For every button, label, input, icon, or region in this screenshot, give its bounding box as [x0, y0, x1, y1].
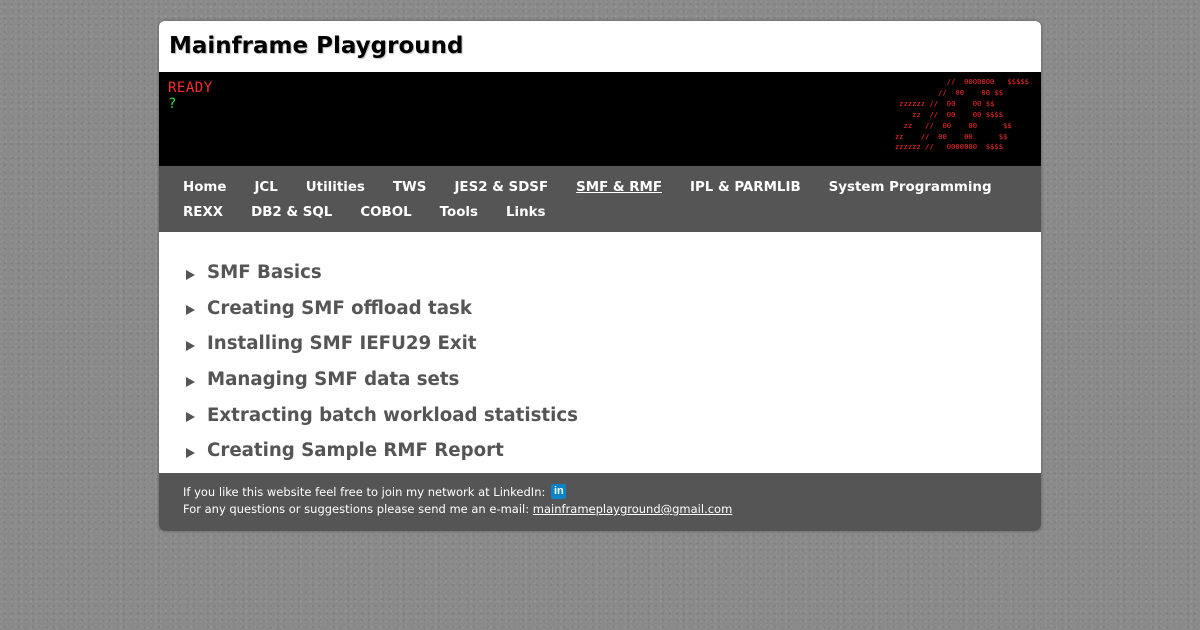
article-label[interactable]: Extracting batch workload statistics — [207, 405, 578, 426]
disclosure-triangle-icon[interactable] — [186, 412, 195, 423]
footer-linkedin-line: If you like this website feel free to jo… — [183, 484, 567, 499]
nav-link-rexx[interactable]: REXX — [183, 205, 223, 221]
article-list: SMF Basics Creating SMF offload task Insta… — [186, 259, 578, 473]
nav-link-utilities[interactable]: Utilities — [306, 180, 365, 196]
nav-link-smf-and-rmf[interactable]: SMF & RMF — [576, 180, 662, 196]
nav-link-home[interactable]: Home — [183, 180, 226, 196]
article-label[interactable]: Creating Sample RMF Report — [207, 440, 504, 461]
disclosure-triangle-icon[interactable] — [186, 340, 195, 351]
article-item[interactable]: Extracting batch workload statistics — [186, 401, 578, 437]
article-item[interactable]: Creating SMF offload task — [186, 295, 578, 331]
page-container: Mainframe Playground READY ? // 0000000 … — [159, 21, 1041, 531]
terminal-prompt: ? — [168, 96, 177, 112]
nav-link-ipl-and-parmlib[interactable]: IPL & PARMLIB — [690, 180, 801, 196]
nav-link-cobol[interactable]: COBOL — [360, 205, 411, 221]
disclosure-triangle-icon[interactable] — [186, 447, 195, 458]
article-label[interactable]: SMF Basics — [207, 262, 322, 283]
nav-link-jes2-and-sdsf[interactable]: JES2 & SDSF — [454, 180, 548, 196]
disclosure-triangle-icon[interactable] — [186, 269, 195, 280]
article-item[interactable]: Managing SMF data sets — [186, 366, 578, 402]
linkedin-icon[interactable]: in — [551, 484, 567, 499]
site-footer: If you like this website feel free to jo… — [159, 473, 1041, 531]
article-item[interactable]: Creating Sample RMF Report — [186, 437, 578, 473]
article-label[interactable]: Creating SMF offload task — [207, 298, 472, 319]
footer-email-text: For any questions or suggestions please … — [183, 502, 530, 516]
main-navigation: Home JCL Utilities TWS JES2 & SDSF SMF & RMF I… — [159, 166, 1041, 232]
nav-row-2: REXX DB2 & SQL COBOL Tools Links — [183, 205, 574, 221]
zos-ascii-logo: // 0000000 $$$$$ // 00 00 $$ zzzzzz // 0… — [894, 77, 1029, 152]
nav-link-system-programming[interactable]: System Programming — [829, 180, 992, 196]
disclosure-triangle-icon[interactable] — [186, 305, 195, 316]
nav-link-jcl[interactable]: JCL — [254, 180, 277, 196]
nav-row-1: Home JCL Utilities TWS JES2 & SDSF SMF & RMF I… — [183, 180, 1020, 196]
site-header: Mainframe Playground — [159, 21, 1041, 72]
article-label[interactable]: Managing SMF data sets — [207, 369, 459, 390]
terminal-ready-text: READY — [168, 80, 213, 96]
nav-link-db2-and-sql[interactable]: DB2 & SQL — [251, 205, 332, 221]
nav-link-links[interactable]: Links — [506, 205, 546, 221]
nav-link-tws[interactable]: TWS — [393, 180, 427, 196]
site-title[interactable]: Mainframe Playground — [169, 33, 463, 59]
disclosure-triangle-icon[interactable] — [186, 376, 195, 387]
nav-link-tools[interactable]: Tools — [440, 205, 478, 221]
terminal-banner: READY ? // 0000000 $$$$$ // 00 00 $$ zzz… — [159, 72, 1041, 166]
email-link[interactable]: mainframeplayground@gmail.com — [533, 502, 733, 516]
footer-email-line: For any questions or suggestions please … — [183, 502, 732, 516]
article-item[interactable]: Installing SMF IEFU29 Exit — [186, 330, 578, 366]
article-item[interactable]: SMF Basics — [186, 259, 578, 295]
content-area: SMF Basics Creating SMF offload task Insta… — [159, 232, 1041, 473]
footer-linkedin-text: If you like this website feel free to jo… — [183, 484, 546, 499]
article-label[interactable]: Installing SMF IEFU29 Exit — [207, 333, 477, 354]
